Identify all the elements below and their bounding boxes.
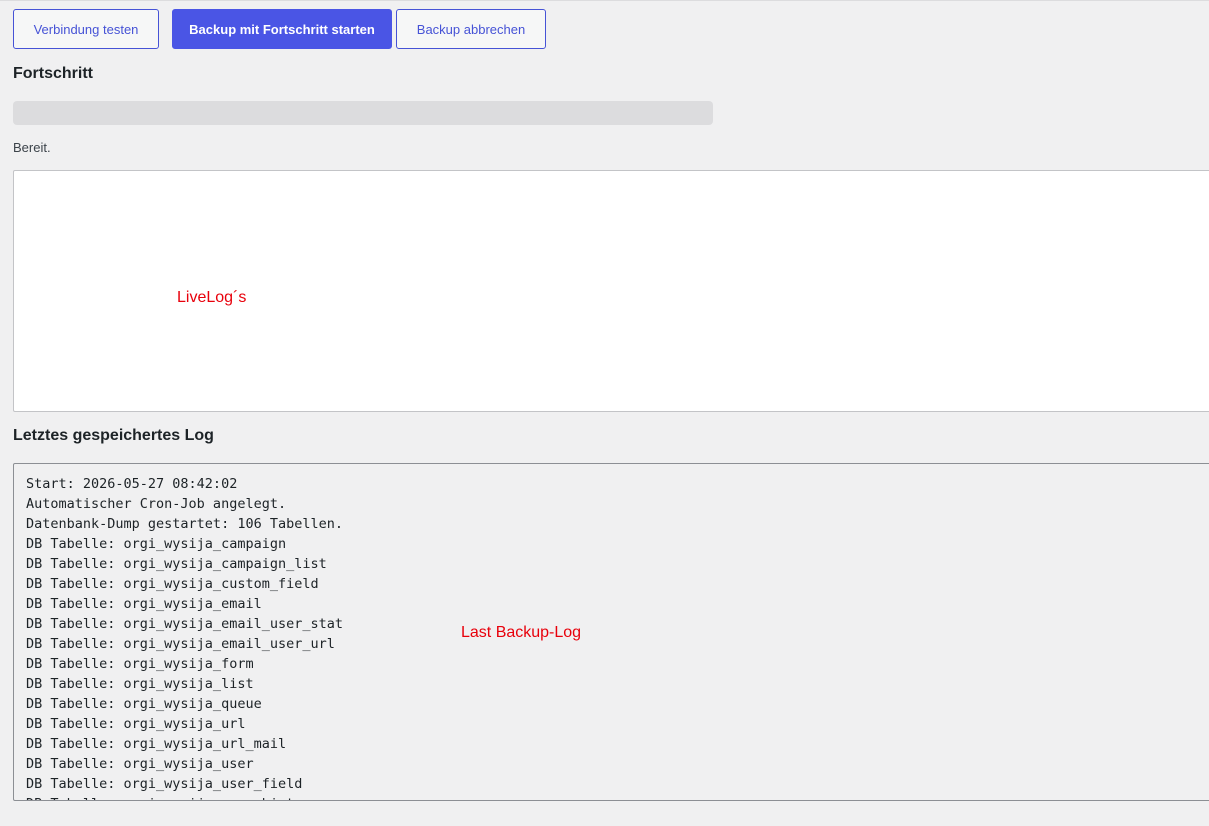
log-line: DB Tabelle: orgi_wysija_queue [26,696,262,712]
top-divider [0,0,1209,1]
log-line: DB Tabelle: orgi_wysija_email_user_stat [26,616,343,632]
action-toolbar: Verbindung testen Backup mit Fortschritt… [13,9,546,49]
log-line: DB Tabelle: orgi_wysija_custom_field [26,576,319,592]
progress-bar [13,101,713,125]
log-line: DB Tabelle: orgi_wysija_user_field [26,776,303,792]
live-log-panel[interactable]: LiveLog´s [13,170,1209,412]
log-line: Automatischer Cron-Job angelegt. [26,496,287,512]
saved-log-annotation: Last Backup-Log [461,624,582,641]
log-line: DB Tabelle: orgi_wysija_list [26,676,254,692]
log-line: DB Tabelle: orgi_wysija_email [26,596,262,612]
progress-heading: Fortschritt [13,65,93,82]
log-line: Start: 2026-05-27 08:42:02 [26,476,238,492]
log-line: DB Tabelle: orgi_wysija_email_user_url [26,636,335,652]
log-line: DB Tabelle: orgi_wysija_campaign_list [26,556,327,572]
log-line: DB Tabelle: orgi_wysija_form [26,656,254,672]
saved-log-heading: Letztes gespeichertes Log [13,427,214,444]
live-log-annotation: LiveLog´s [177,289,247,306]
log-line: DB Tabelle: orgi_wysija_url [26,716,246,732]
log-line: Datenbank-Dump gestartet: 106 Tabellen. [26,516,343,532]
log-line: DB Tabelle: orgi_wysija_user [26,756,254,772]
log-line: DB Tabelle: orgi_wysija_campaign [26,536,287,552]
saved-log-panel[interactable]: Last Backup-Log Start: 2026-05-27 08:42:… [13,463,1209,801]
log-line: DB Tabelle: orgi_wysija_user_history [26,794,1209,800]
test-connection-button[interactable]: Verbindung testen [13,9,159,49]
log-line: DB Tabelle: orgi_wysija_url_mail [26,736,287,752]
start-backup-button[interactable]: Backup mit Fortschritt starten [172,9,392,49]
abort-backup-button[interactable]: Backup abbrechen [396,9,546,49]
progress-status: Bereit. [13,140,51,155]
